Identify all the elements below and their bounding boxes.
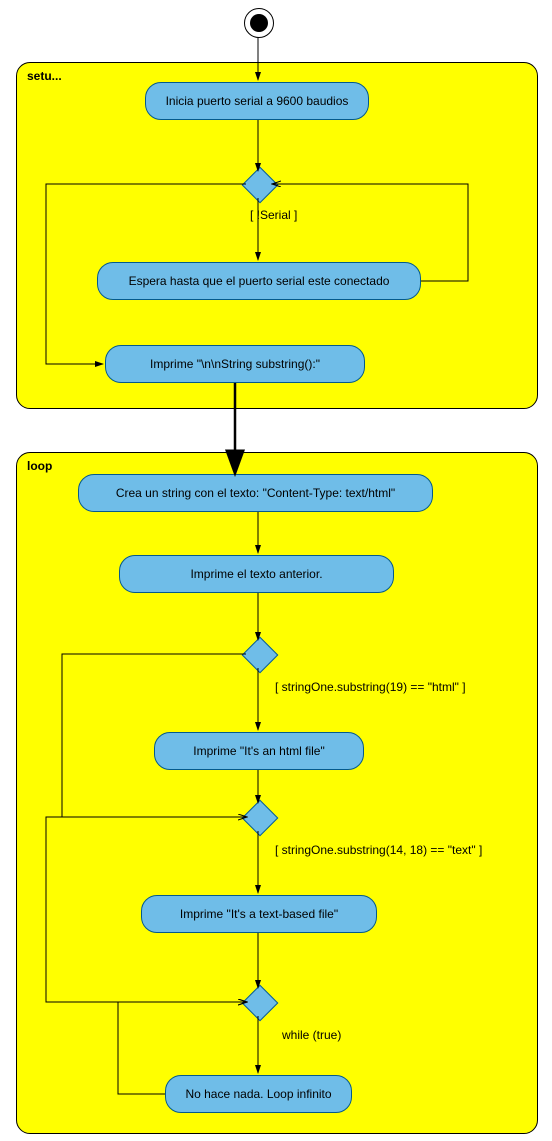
partition-setup-label: setu...	[27, 69, 62, 83]
activity-wait-serial: Espera hasta que el puerto serial este c…	[97, 262, 421, 300]
initial-node-dot	[250, 14, 268, 32]
initial-node	[244, 8, 274, 38]
guard-html: [ stringOne.substring(19) == "html" ]	[275, 680, 466, 694]
activity-create-string-label: Crea un string con el texto: "Content-Ty…	[116, 486, 395, 500]
activity-print-header: Imprime "\n\nString substring():"	[105, 345, 365, 383]
activity-print-textfile-label: Imprime "It's a text-based file"	[180, 907, 338, 921]
activity-loop-infinite-label: No hace nada. Loop infinito	[185, 1087, 331, 1101]
activity-loop-infinite: No hace nada. Loop infinito	[165, 1075, 352, 1113]
partition-loop-label: loop	[27, 459, 52, 473]
activity-print-text-label: Imprime el texto anterior.	[190, 567, 322, 581]
activity-init-serial-label: Inicia puerto serial a 9600 baudios	[166, 94, 349, 108]
activity-create-string: Crea un string con el texto: "Content-Ty…	[78, 474, 433, 512]
activity-print-text: Imprime el texto anterior.	[119, 555, 394, 593]
guard-while-true: while (true)	[282, 1028, 341, 1042]
activity-print-html: Imprime "It's an html file"	[154, 732, 364, 770]
activity-print-html-label: Imprime "It's an html file"	[193, 744, 325, 758]
activity-init-serial: Inicia puerto serial a 9600 baudios	[145, 82, 369, 120]
guard-text: [ stringOne.substring(14, 18) == "text" …	[275, 843, 482, 857]
activity-print-textfile: Imprime "It's a text-based file"	[141, 895, 377, 933]
guard-not-serial: [ !Serial ]	[250, 208, 297, 222]
activity-print-header-label: Imprime "\n\nString substring():"	[150, 357, 320, 371]
activity-wait-serial-label: Espera hasta que el puerto serial este c…	[129, 274, 390, 288]
